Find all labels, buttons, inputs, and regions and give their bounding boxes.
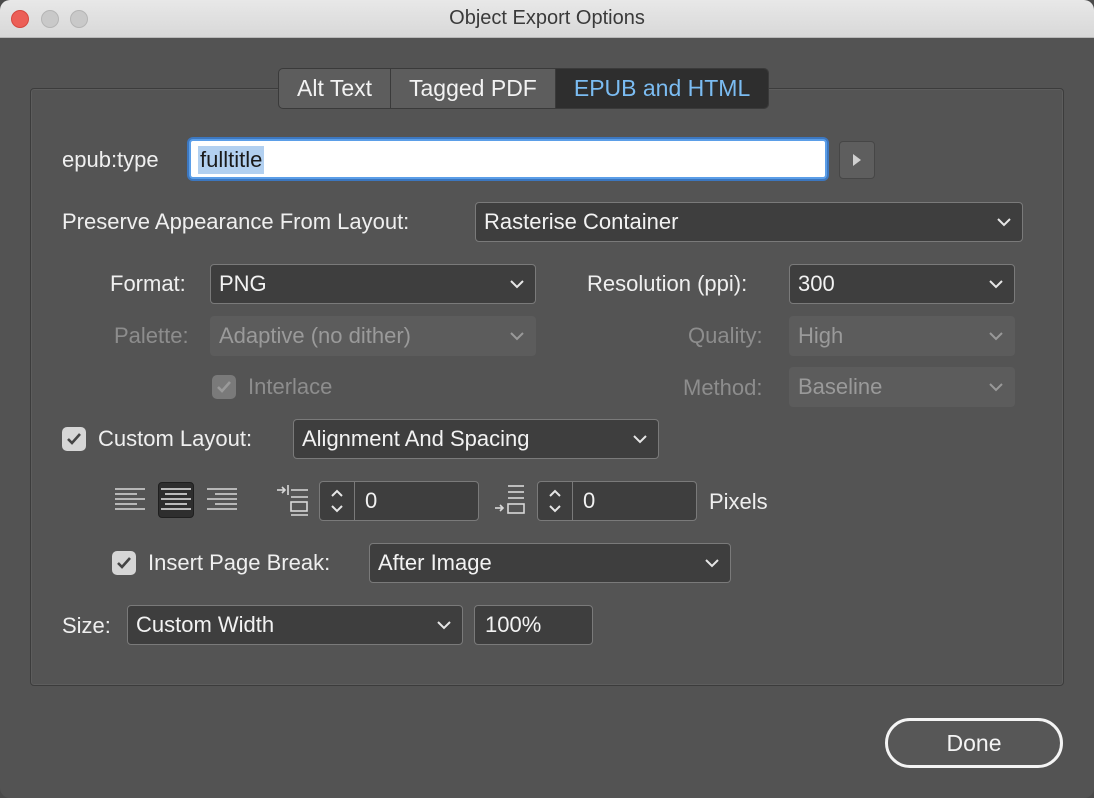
space-after-icon <box>495 485 525 514</box>
format-value: PNG <box>219 271 267 296</box>
format-label: Format: <box>110 271 186 296</box>
size-label: Size: <box>62 613 111 638</box>
align-left-icon <box>115 488 145 510</box>
chevron-down-icon <box>331 505 343 513</box>
palette-select: Adaptive (no dither) <box>210 316 536 356</box>
pixels-units-label: Pixels <box>709 489 768 514</box>
space-before-input[interactable]: 0 <box>354 481 479 521</box>
checkmark-icon <box>217 381 231 393</box>
chevron-down-icon <box>510 280 524 289</box>
size-percent-input[interactable]: 100% <box>474 605 593 645</box>
tab-alt-text[interactable]: Alt Text <box>279 69 391 108</box>
resolution-value: 300 <box>798 271 835 296</box>
tab-bar: Alt Text Tagged PDF EPUB and HTML <box>278 68 770 109</box>
custom-layout-label: Custom Layout: <box>98 426 253 451</box>
triangle-right-icon <box>853 154 861 166</box>
align-right-icon <box>207 488 237 510</box>
page-break-checkbox[interactable] <box>112 551 136 575</box>
chevron-down-icon <box>549 505 561 513</box>
preserve-appearance-label: Preserve Appearance From Layout: <box>62 209 410 234</box>
format-select[interactable]: PNG <box>210 264 536 304</box>
interlace-label: Interlace <box>248 374 333 399</box>
space-before-icon <box>277 485 308 516</box>
epub-type-label: epub:type <box>62 147 159 172</box>
epub-type-menu-button[interactable] <box>839 141 875 179</box>
space-before-field: 0 <box>319 481 479 521</box>
quality-select: High <box>789 316 1015 356</box>
tab-epub-html[interactable]: EPUB and HTML <box>555 69 769 108</box>
space-after-input[interactable]: 0 <box>572 481 697 521</box>
chevron-up-icon <box>549 489 561 497</box>
align-right-button[interactable] <box>204 482 240 518</box>
size-value: Custom Width <box>136 612 275 637</box>
done-button[interactable]: Done <box>885 718 1063 768</box>
custom-layout-checkbox[interactable] <box>62 427 86 451</box>
preserve-appearance-value: Rasterise Container <box>484 209 679 234</box>
quality-label: Quality: <box>688 323 763 348</box>
align-center-icon <box>161 488 191 510</box>
resolution-label: Resolution (ppi): <box>587 271 748 296</box>
chevron-down-icon <box>437 621 451 630</box>
method-label: Method: <box>683 375 763 400</box>
chevron-down-icon <box>705 559 719 568</box>
align-center-button[interactable] <box>158 482 194 518</box>
resolution-select[interactable]: 300 <box>789 264 1015 304</box>
page-break-label: Insert Page Break: <box>148 550 331 575</box>
chevron-down-icon <box>997 218 1011 227</box>
space-after-stepper[interactable] <box>537 481 573 521</box>
space-before-value: 0 <box>365 488 378 513</box>
title-bar: Object Export Options <box>0 0 1094 38</box>
page-break-select[interactable]: After Image <box>369 543 731 583</box>
interlace-checkbox <box>212 375 236 399</box>
preserve-appearance-select[interactable]: Rasterise Container <box>475 202 1023 242</box>
chevron-up-icon <box>331 489 343 497</box>
chevron-down-icon <box>510 332 524 341</box>
palette-value: Adaptive (no dither) <box>219 323 411 348</box>
dialog-window: Object Export Options Alt Text Tagged PD… <box>0 0 1094 798</box>
palette-label: Palette: <box>114 323 189 348</box>
checkmark-icon <box>117 557 131 569</box>
tab-tagged-pdf[interactable]: Tagged PDF <box>391 69 556 108</box>
checkmark-icon <box>67 433 81 445</box>
chevron-down-icon <box>989 280 1003 289</box>
chevron-down-icon <box>989 332 1003 341</box>
space-before-stepper[interactable] <box>319 481 355 521</box>
size-percent-value: 100% <box>485 612 542 637</box>
custom-layout-value: Alignment And Spacing <box>302 426 530 451</box>
epub-type-input[interactable]: fulltitle <box>189 139 827 179</box>
chevron-down-icon <box>989 383 1003 392</box>
method-select: Baseline <box>789 367 1015 407</box>
chevron-down-icon <box>633 435 647 444</box>
space-after-value: 0 <box>583 488 596 513</box>
window-title: Object Export Options <box>449 7 645 29</box>
method-value: Baseline <box>798 374 883 399</box>
page-break-value: After Image <box>378 550 492 575</box>
space-after-field: 0 <box>537 481 697 521</box>
custom-layout-select[interactable]: Alignment And Spacing <box>293 419 659 459</box>
align-left-button[interactable] <box>112 482 148 518</box>
size-select[interactable]: Custom Width <box>127 605 463 645</box>
quality-value: High <box>798 323 844 348</box>
epub-type-value: fulltitle <box>198 146 265 174</box>
